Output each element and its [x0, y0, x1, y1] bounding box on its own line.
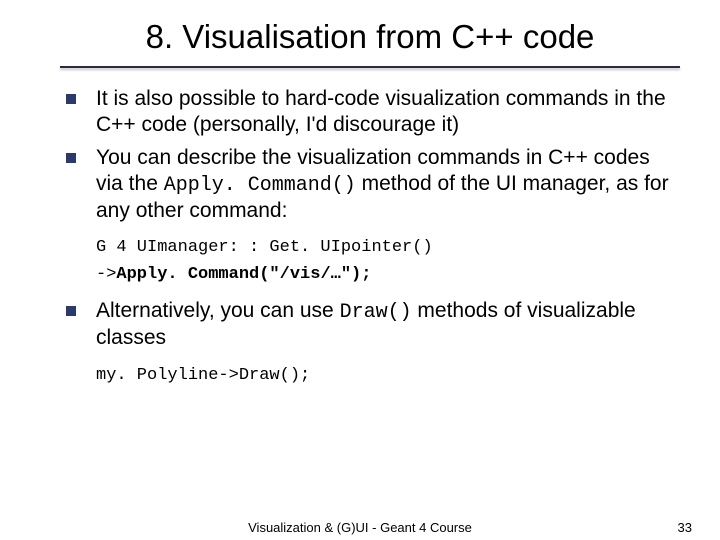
title-underline: [60, 66, 680, 68]
code-line-3: my. Polyline->Draw();: [96, 362, 680, 389]
footer-text: Visualization & (G)UI - Geant 4 Course: [248, 520, 472, 535]
bullet-1-text-pre: It is also possible to: [96, 87, 285, 110]
bullet-3-text-pre: Alternatively, you can use: [96, 299, 340, 322]
bullet-1-text-em: hard-code visualization commands: [285, 87, 608, 110]
slide-title: 8. Visualisation from C++ code: [60, 18, 680, 56]
bullet-item-3: Alternatively, you can use Draw() method…: [66, 298, 680, 351]
bullet-list-2: Alternatively, you can use Draw() method…: [60, 298, 680, 351]
code-line-2-pre: ->: [96, 265, 116, 284]
code-block-1: G 4 UImanager: : Get. UIpointer() ->Appl…: [96, 234, 680, 288]
bullet-list: It is also possible to hard-code visuali…: [60, 86, 680, 224]
square-bullet-icon: [66, 153, 76, 163]
code-line-2-bold: Apply. Command("/vis/…");: [116, 265, 371, 284]
square-bullet-icon: [66, 94, 76, 104]
code-line-2: ->Apply. Command("/vis/…");: [96, 261, 680, 288]
bullet-3-code: Draw(): [340, 301, 412, 324]
code-block-2: my. Polyline->Draw();: [96, 362, 680, 389]
slide: 8. Visualisation from C++ code It is als…: [0, 0, 720, 540]
code-line-1: G 4 UImanager: : Get. UIpointer(): [96, 234, 680, 261]
bullet-2-code: Apply. Command(): [164, 174, 356, 197]
bullet-item-2: You can describe the visualization comma…: [66, 145, 680, 225]
square-bullet-icon: [66, 306, 76, 316]
bullet-item-1: It is also possible to hard-code visuali…: [66, 86, 680, 139]
page-number: 33: [678, 520, 692, 535]
